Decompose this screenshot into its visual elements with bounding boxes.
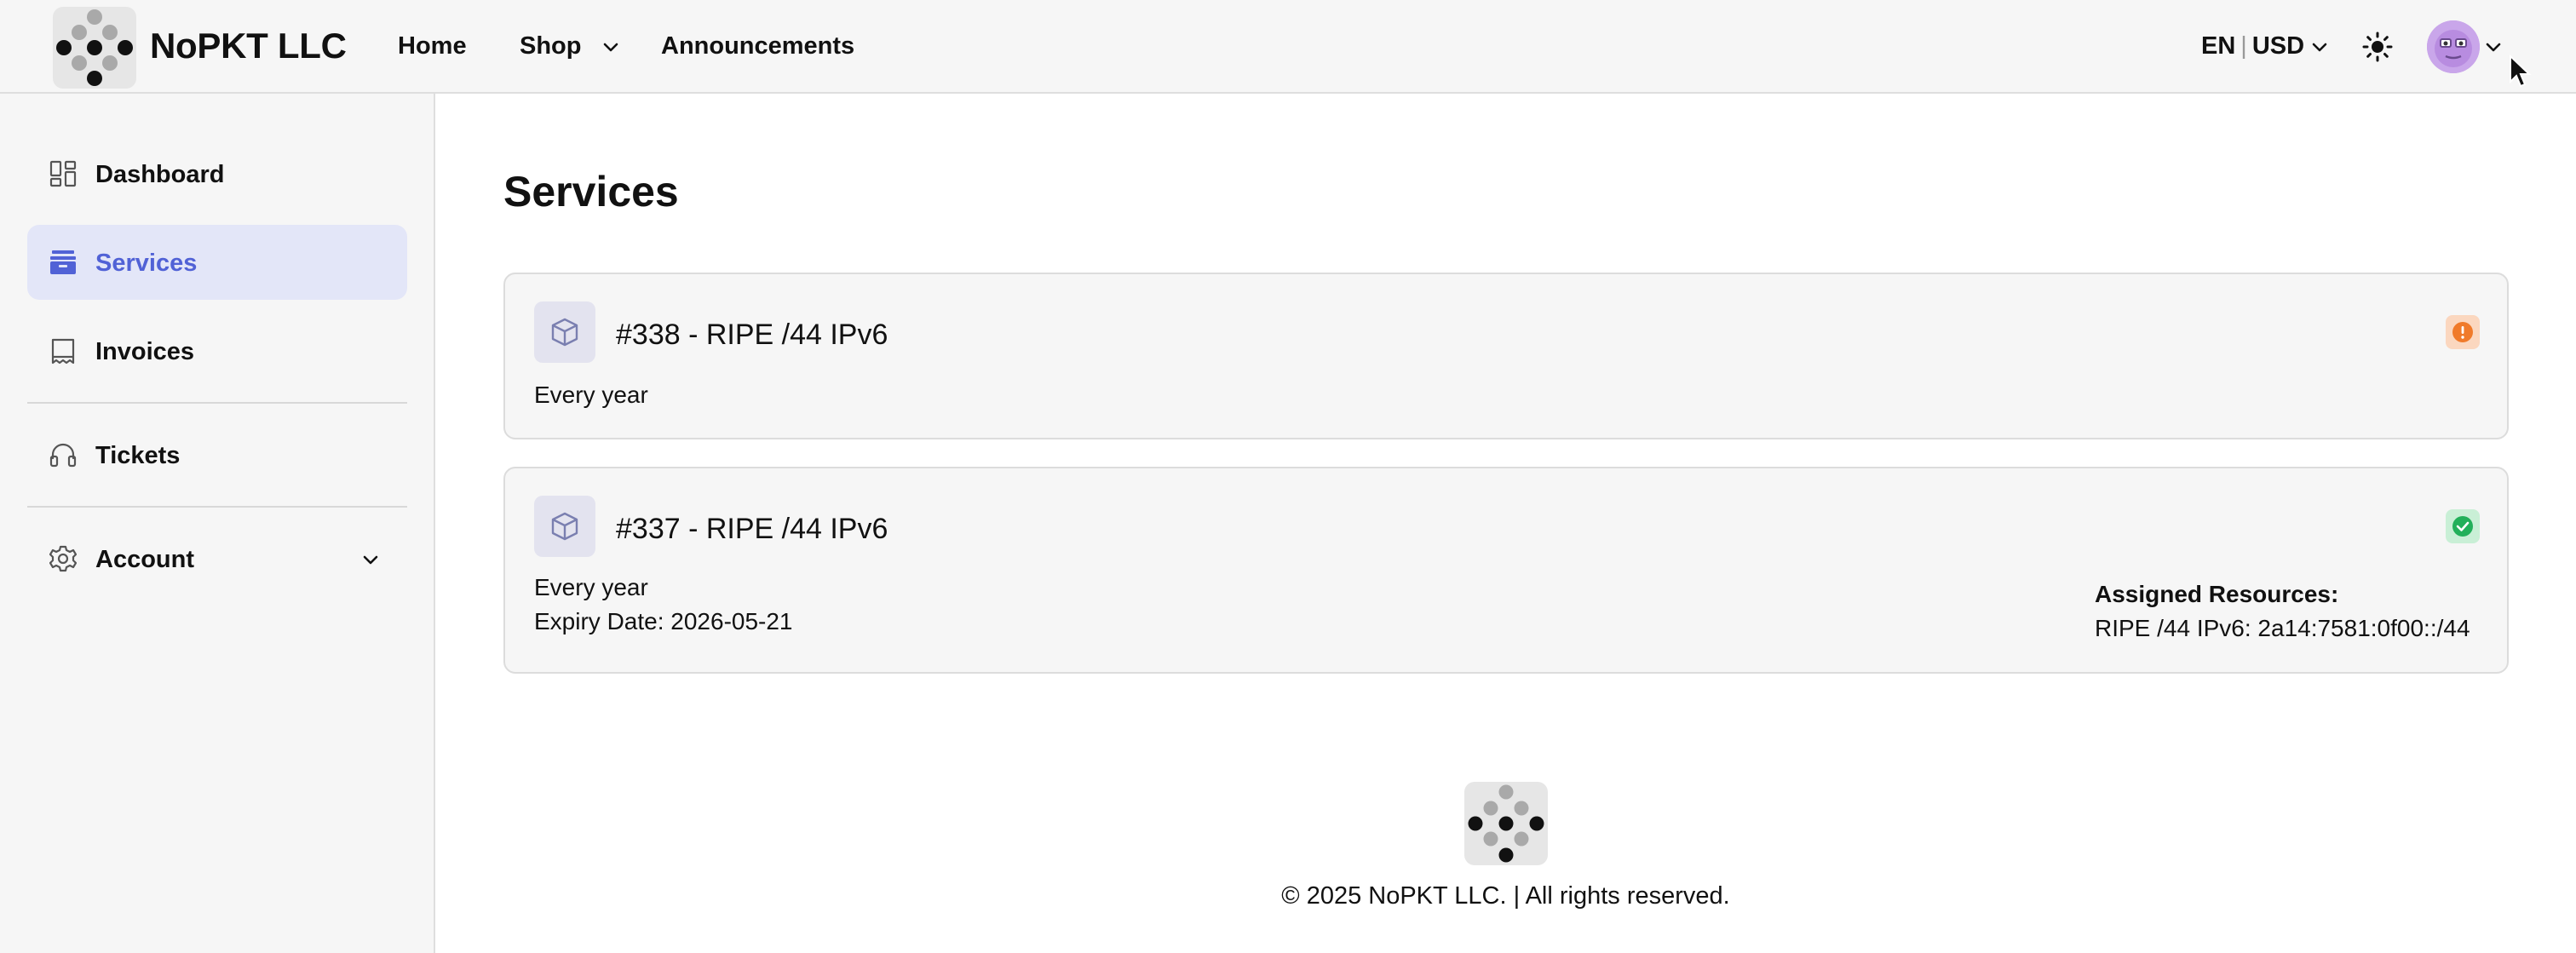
top-navbar: NoPKT LLC Home Shop Announcements EN | USD [0, 0, 2576, 94]
warning-status-icon [2446, 315, 2480, 349]
user-avatar[interactable] [2427, 20, 2480, 73]
service-card[interactable]: #337 - RIPE /44 IPv6 Every year Expiry D… [503, 467, 2509, 674]
headset-icon [49, 441, 77, 473]
mouse-cursor-icon [2508, 54, 2533, 95]
assigned-resources-label: Assigned Resources: [2095, 581, 2339, 607]
sidebar-item-dashboard[interactable]: Dashboard [27, 136, 407, 211]
sidebar-item-label: Invoices [95, 338, 195, 365]
currency-label: USD [2251, 32, 2305, 60]
dashboard-icon [49, 160, 77, 192]
language-label: EN [2201, 32, 2236, 60]
separator: | [2240, 32, 2247, 60]
logo-icon[interactable] [53, 7, 136, 89]
gear-icon [49, 545, 78, 577]
footer-logo-icon [1464, 782, 1548, 865]
sidebar: Dashboard Services Invoices Tickets Acco… [0, 94, 435, 953]
nav-announcements-link[interactable]: Announcements [661, 32, 854, 60]
sidebar-item-invoices[interactable]: Invoices [27, 313, 407, 388]
expiry-date: Expiry Date: 2026-05-21 [534, 608, 793, 634]
sidebar-item-label: Dashboard [95, 161, 225, 188]
chevron-down-icon[interactable] [2484, 37, 2503, 60]
sidebar-divider [27, 506, 407, 508]
service-title[interactable]: #337 - RIPE /44 IPv6 [616, 513, 888, 546]
services-icon [49, 249, 77, 280]
billing-cycle: Every year [534, 574, 648, 600]
service-card[interactable]: #338 - RIPE /44 IPv6 Every year [503, 273, 2509, 439]
sidebar-item-label: Services [95, 250, 198, 277]
nav-home-link[interactable]: Home [398, 32, 467, 60]
sidebar-item-account[interactable]: Account [27, 521, 407, 596]
brand-name[interactable]: NoPKT LLC [150, 26, 347, 66]
chevron-down-icon[interactable] [601, 37, 620, 60]
sidebar-item-tickets[interactable]: Tickets [27, 417, 407, 492]
sidebar-item-services[interactable]: Services [27, 225, 407, 300]
service-title[interactable]: #338 - RIPE /44 IPv6 [616, 319, 888, 352]
sidebar-item-label: Account [95, 546, 194, 573]
language-currency-selector[interactable]: EN | USD [2201, 32, 2304, 60]
billing-cycle: Every year [534, 382, 648, 408]
sidebar-item-label: Tickets [95, 442, 181, 469]
chevron-down-icon[interactable] [2310, 37, 2329, 60]
invoices-icon [49, 337, 77, 369]
sun-icon[interactable] [2360, 30, 2395, 68]
page-title: Services [503, 168, 679, 215]
cube-icon [534, 301, 595, 363]
active-status-icon [2446, 509, 2480, 543]
assigned-resources-value: RIPE /44 IPv6: 2a14:7581:0f00::/44 [2095, 615, 2470, 641]
chevron-down-icon[interactable] [361, 550, 380, 573]
footer-copyright: © 2025 NoPKT LLC. | All rights reserved. [1281, 882, 1730, 910]
nav-shop-link[interactable]: Shop [520, 32, 582, 60]
sidebar-divider [27, 402, 407, 404]
cube-icon [534, 496, 595, 557]
